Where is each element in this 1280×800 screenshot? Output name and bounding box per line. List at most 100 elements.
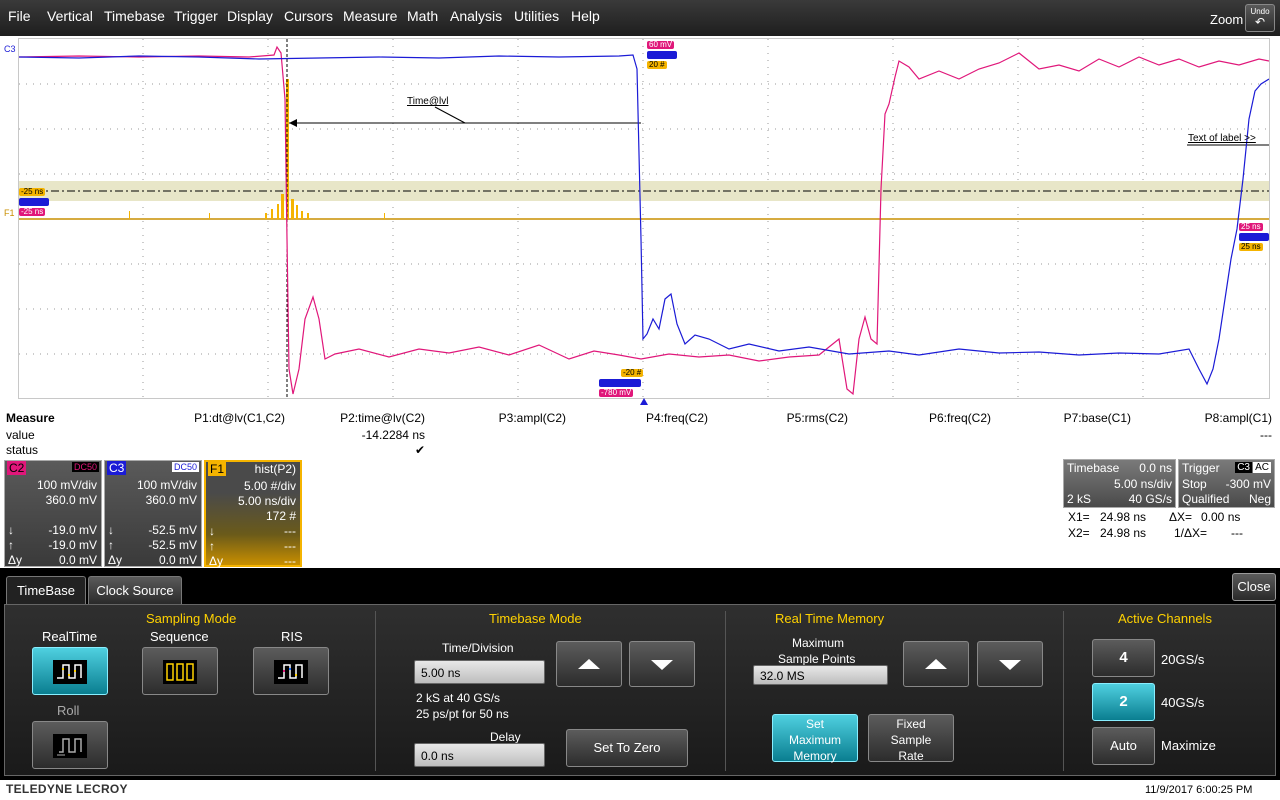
timebase-tdiv: 5.00 ns/div bbox=[1113, 477, 1172, 491]
param-p3[interactable]: P3:ampl(C2) bbox=[426, 411, 566, 425]
set-to-zero-button[interactable]: Set To Zero bbox=[566, 729, 688, 767]
max-sample-points-label-2: Sample Points bbox=[778, 652, 856, 666]
x1-value: 24.98 ns bbox=[1100, 510, 1147, 524]
active-channels-auto-button[interactable]: Auto bbox=[1092, 727, 1155, 765]
c3-vdiv: 100 mV/div bbox=[136, 478, 197, 492]
trigger-coupling: AC bbox=[1253, 462, 1271, 473]
x1-label: X1= bbox=[1068, 510, 1090, 524]
max-sample-points-label-1: Maximum bbox=[792, 636, 845, 650]
ris-label: RIS bbox=[281, 629, 303, 644]
close-button[interactable]: Close bbox=[1232, 573, 1276, 601]
time-division-label: Time/Division bbox=[442, 641, 514, 655]
menu-cursors[interactable]: Cursors bbox=[284, 8, 333, 24]
param-p1[interactable]: P1:dt@lv(C1,C2) bbox=[145, 411, 285, 425]
undo-button[interactable]: Undo ↶ bbox=[1245, 4, 1275, 32]
sequence-label: Sequence bbox=[150, 629, 209, 644]
trigger-descriptor[interactable]: Trigger C3 AC Stop -300 mV Qualified Neg bbox=[1178, 459, 1275, 508]
dialog-panel: Sampling Mode RealTime Sequence RIS Roll… bbox=[4, 604, 1276, 776]
menu-math[interactable]: Math bbox=[407, 8, 438, 24]
sample-info-line-1: 2 kS at 40 GS/s bbox=[416, 691, 501, 705]
menu-file[interactable]: File bbox=[8, 8, 31, 24]
waveform-grid[interactable]: 60 mV 20 # -25 ns -25 ns -20 # -780 mV 2… bbox=[18, 38, 1270, 399]
f1-left-tag: -25 ns bbox=[19, 187, 46, 196]
zoom-button[interactable]: Zoom bbox=[1210, 12, 1243, 27]
delay-field[interactable]: 0.0 ns bbox=[414, 743, 545, 767]
active-channels-2-button[interactable]: 2 bbox=[1092, 683, 1155, 721]
param-p5[interactable]: P5:rms(C2) bbox=[708, 411, 848, 425]
param-p6[interactable]: P6:freq(C2) bbox=[851, 411, 991, 425]
time-division-up-button[interactable] bbox=[556, 641, 622, 687]
fixed-sample-rate-button[interactable]: Fixed Sample Rate bbox=[868, 714, 954, 763]
channel-c2-descriptor[interactable]: C2 DC50 100 mV/div 360.0 mV ↓ -19.0 mV ↑… bbox=[4, 460, 102, 567]
menu-utilities[interactable]: Utilities bbox=[514, 8, 559, 24]
realtime-icon bbox=[53, 660, 87, 684]
function-f1-descriptor[interactable]: F1 hist(P2) 5.00 #/div 5.00 ns/div 172 #… bbox=[204, 460, 302, 568]
trigger-slope: Neg bbox=[1248, 492, 1271, 506]
ris-mode-button[interactable] bbox=[253, 647, 329, 695]
c3-offset-tag bbox=[647, 51, 677, 59]
realtime-label: RealTime bbox=[42, 629, 98, 644]
fixed-line-3: Rate bbox=[898, 749, 924, 763]
c2-offset-tag: 60 mV bbox=[647, 40, 675, 49]
c2-dy-value: 0.0 mV bbox=[58, 553, 97, 567]
c3-name: C3 bbox=[107, 461, 127, 475]
trigger-state: Qualified bbox=[1182, 492, 1230, 506]
text-of-label-annotation: Text of label >> bbox=[1188, 133, 1256, 144]
menu-timebase[interactable]: Timebase bbox=[104, 8, 165, 24]
max-sample-points-field[interactable]: 32.0 MS bbox=[753, 665, 888, 685]
param-p2-value: -14.2284 ns bbox=[361, 428, 425, 442]
timebase-dialog: TimeBase Clock Source Close Sampling Mod… bbox=[0, 568, 1280, 780]
sequence-mode-button[interactable] bbox=[142, 647, 218, 695]
param-p8[interactable]: P8:ampl(C1) bbox=[1132, 411, 1272, 425]
c3-up-value: -52.5 mV bbox=[148, 538, 197, 552]
menu-display[interactable]: Display bbox=[227, 8, 273, 24]
c3-bottom-tag bbox=[599, 379, 641, 387]
row-label-value: value bbox=[6, 428, 35, 442]
menu-vertical[interactable]: Vertical bbox=[47, 8, 93, 24]
memory-down-button[interactable] bbox=[977, 641, 1043, 687]
menu-trigger[interactable]: Trigger bbox=[174, 8, 218, 24]
c2-right-tag: 25 ns bbox=[1239, 222, 1263, 231]
date-time: 11/9/2017 6:00:25 PM bbox=[1145, 784, 1253, 796]
set-maximum-memory-button[interactable]: Set Maximum Memory bbox=[772, 714, 858, 763]
roll-label: Roll bbox=[57, 703, 80, 718]
tab-timebase[interactable]: TimeBase bbox=[6, 576, 86, 604]
menu-analysis[interactable]: Analysis bbox=[450, 8, 502, 24]
active-channels-title: Active Channels bbox=[1118, 611, 1212, 626]
timebase-descriptor[interactable]: Timebase 0.0 ns 5.00 ns/div 2 kS 40 GS/s bbox=[1063, 459, 1176, 508]
time-division-down-button[interactable] bbox=[629, 641, 695, 687]
f1-dy-value: --- bbox=[284, 554, 296, 568]
menu-help[interactable]: Help bbox=[571, 8, 600, 24]
param-p2[interactable]: P2:time@lv(C2) bbox=[285, 411, 425, 425]
memory-up-button[interactable] bbox=[903, 641, 969, 687]
timebase-rate: 40 GS/s bbox=[1128, 492, 1172, 506]
f1-bottom-tag: -20 # bbox=[621, 368, 644, 377]
f1-function: hist(P2) bbox=[254, 462, 296, 476]
active-2-rate-label: 40GS/s bbox=[1161, 695, 1205, 710]
roll-mode-button[interactable] bbox=[32, 721, 108, 769]
delay-label: Delay bbox=[490, 730, 521, 744]
fixed-line-2: Sample bbox=[890, 733, 932, 747]
param-p7[interactable]: P7:base(C1) bbox=[991, 411, 1131, 425]
fixed-line-1: Fixed bbox=[896, 717, 926, 731]
channel-c3-descriptor[interactable]: C3 DC50 100 mV/div 360.0 mV ↓ -52.5 mV ↑… bbox=[104, 460, 202, 567]
trigger-mode: Stop bbox=[1182, 477, 1207, 491]
arrow-down-icon bbox=[999, 660, 1021, 670]
realtime-mode-button[interactable] bbox=[32, 647, 108, 695]
param-p4[interactable]: P4:freq(C2) bbox=[568, 411, 708, 425]
trigger-title: Trigger bbox=[1182, 461, 1220, 475]
timebase-title: Timebase bbox=[1067, 461, 1120, 475]
arrow-up-icon bbox=[925, 659, 947, 669]
active-channels-4-button[interactable]: 4 bbox=[1092, 639, 1155, 677]
brand-logo: TELEDYNE LECROY bbox=[6, 782, 128, 796]
f1-down-value: --- bbox=[284, 524, 296, 538]
active-4-rate-label: 20GS/s bbox=[1161, 652, 1205, 667]
c2-down-value: -19.0 mV bbox=[48, 523, 97, 537]
time-division-field[interactable]: 5.00 ns bbox=[414, 660, 545, 684]
dx-value: 0.00 ns bbox=[1201, 510, 1241, 524]
tab-clock-source[interactable]: Clock Source bbox=[88, 576, 182, 604]
trigger-level: -300 mV bbox=[1225, 477, 1271, 491]
trigger-position-marker bbox=[640, 398, 648, 405]
menu-measure[interactable]: Measure bbox=[343, 8, 397, 24]
f1-up-value: --- bbox=[284, 539, 296, 553]
